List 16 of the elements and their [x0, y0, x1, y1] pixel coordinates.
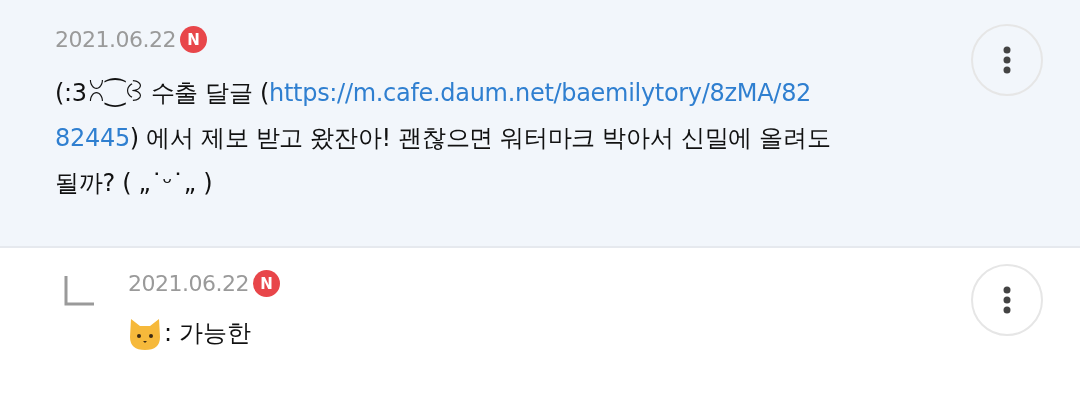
reply-icon [64, 276, 94, 306]
comment-text: : 가능한 [164, 318, 251, 349]
comment-text: (:3ꇤ⁐ꃳ 수출 달글 ( [55, 77, 270, 109]
more-button[interactable] [971, 264, 1043, 336]
cat-face-icon [128, 316, 162, 351]
more-button[interactable] [971, 24, 1043, 96]
link[interactable]: 82445 [55, 116, 130, 161]
comment-text: ) 에서 제보 받고 왔잔아! 괜찮으면 워터마크 박아서 신밀에 올려도 [129, 123, 831, 154]
more-icon [1003, 46, 1011, 74]
link[interactable]: https://m.cafe.daum.net/baemilytory/8zMA/82 [269, 71, 812, 116]
comment-date: 2021.06.22 [128, 271, 249, 296]
comment-date: 2021.06.22 [55, 27, 176, 52]
new-badge: N [252, 270, 280, 297]
comment-text: 될까? ( „˙ᵕ˙„ ) [55, 168, 213, 199]
new-badge: N [179, 26, 207, 53]
more-icon [1003, 286, 1011, 314]
